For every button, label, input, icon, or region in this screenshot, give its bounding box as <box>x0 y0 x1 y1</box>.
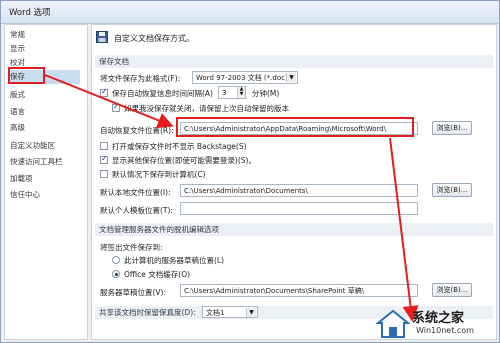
watermark-logo: 系统之家 Win10net.com <box>376 305 496 341</box>
arrow-path-to-scroll <box>389 137 419 322</box>
annotation-arrows <box>44 74 419 322</box>
arrow-save-to-path <box>44 74 174 128</box>
watermark-site: Win10net.com <box>416 326 474 335</box>
house-logo-icon <box>376 309 410 338</box>
watermark-brand: 系统之家 <box>412 311 465 326</box>
